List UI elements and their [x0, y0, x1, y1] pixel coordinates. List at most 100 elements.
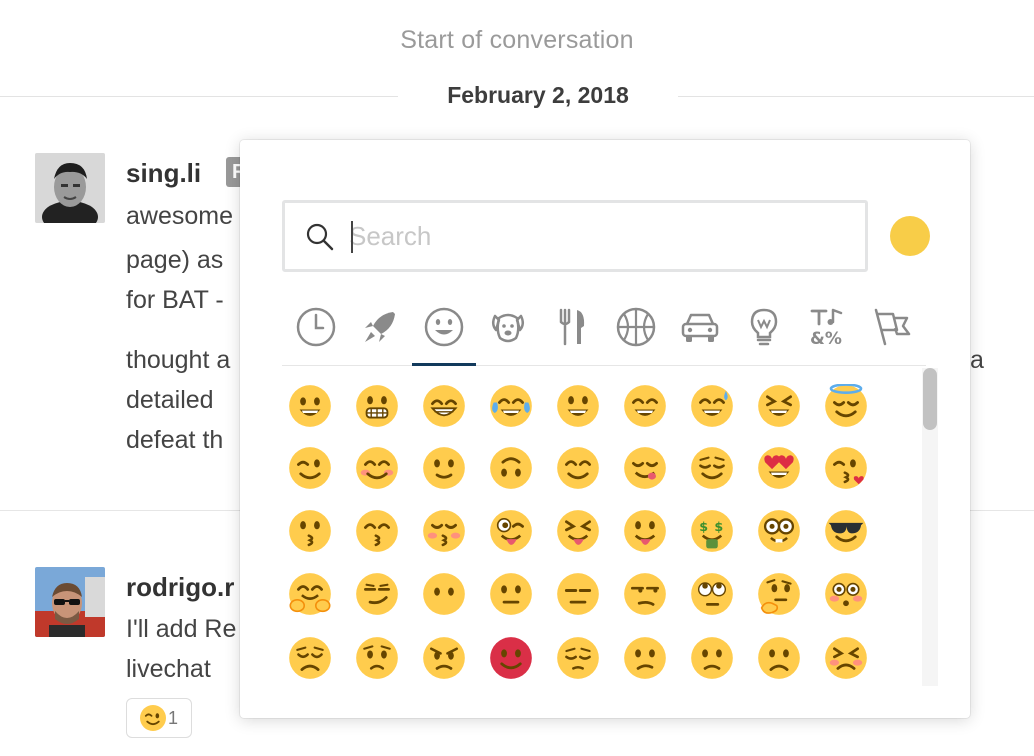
svg-text:$: $: [699, 520, 708, 535]
divider-line: [678, 96, 1034, 97]
upside-down-face-emoji[interactable]: [489, 446, 533, 490]
tab-recent[interactable]: [284, 302, 348, 364]
yum-icon: [624, 447, 666, 489]
relaxed-emoji[interactable]: [556, 446, 600, 490]
slightly-frowning-face-emoji[interactable]: [690, 636, 734, 680]
scrollbar-thumb[interactable]: [923, 368, 937, 430]
unamused-emoji[interactable]: [623, 572, 667, 616]
tab-food[interactable]: [540, 302, 604, 364]
grin-emoji[interactable]: [422, 384, 466, 428]
joy-emoji[interactable]: [489, 384, 533, 428]
smiley-emoji[interactable]: [556, 384, 600, 428]
sweat-smile-icon: [691, 385, 733, 427]
smiley-icon: [424, 307, 464, 347]
relaxed-icon: [557, 447, 599, 489]
heart-eyes-emoji[interactable]: [757, 446, 801, 490]
pensive-emoji[interactable]: [556, 636, 600, 680]
skin-tone-selector[interactable]: [890, 216, 930, 256]
stuck-out-tongue-icon: [624, 510, 666, 552]
wink-emoji[interactable]: [288, 446, 332, 490]
blush-icon: [356, 447, 398, 489]
dog-icon: [492, 313, 524, 343]
worried-emoji[interactable]: [355, 636, 399, 680]
tab-places[interactable]: [668, 302, 732, 364]
expressionless-emoji[interactable]: [556, 572, 600, 616]
emoji-scrollbar[interactable]: [922, 368, 938, 686]
tab-objects[interactable]: [732, 302, 796, 364]
stuck-out-tongue-winking-eye-icon: [490, 510, 532, 552]
kissing-icon: [289, 510, 331, 552]
tab-travel[interactable]: [348, 302, 412, 364]
tab-nature[interactable]: [476, 302, 540, 364]
tab-symbols[interactable]: &%: [796, 302, 860, 364]
avatar[interactable]: [35, 567, 105, 637]
sweat-smile-emoji[interactable]: [690, 384, 734, 428]
blush-emoji[interactable]: [355, 446, 399, 490]
message-author[interactable]: sing.li: [126, 158, 201, 189]
emoji-picker: &% $$: [240, 140, 970, 718]
frowning-emoji[interactable]: [757, 636, 801, 680]
kissing-smiling-eyes-emoji[interactable]: [355, 509, 399, 553]
yum-emoji[interactable]: [623, 446, 667, 490]
laughing-emoji[interactable]: [757, 384, 801, 428]
hugging-face-icon: [289, 573, 331, 615]
conversation-start-label: Start of conversation: [400, 26, 634, 54]
sunglasses-icon: [825, 510, 867, 552]
stuck-out-tongue-closed-eyes-emoji[interactable]: [556, 509, 600, 553]
emoji-search-input[interactable]: [349, 215, 849, 257]
disappointed-emoji[interactable]: [288, 636, 332, 680]
no-mouth-icon: [423, 573, 465, 615]
neutral-face-emoji[interactable]: [489, 572, 533, 616]
confused-emoji[interactable]: [623, 636, 667, 680]
kissing-emoji[interactable]: [288, 509, 332, 553]
message-line: thought a: [126, 346, 231, 374]
tab-flags[interactable]: [860, 302, 924, 364]
thinking-face-icon: [758, 573, 800, 615]
wink-icon: [289, 447, 331, 489]
upside-down-face-icon: [490, 447, 532, 489]
angry-icon: [423, 637, 465, 679]
smile-emoji[interactable]: [623, 384, 667, 428]
confused-icon: [624, 637, 666, 679]
message-line: awesome: [126, 202, 233, 230]
tab-activity[interactable]: [604, 302, 668, 364]
money-mouth-face-emoji[interactable]: $ $: [690, 509, 734, 553]
grinning-emoji[interactable]: [288, 384, 332, 428]
sunglasses-emoji[interactable]: [824, 509, 868, 553]
wink-icon: [139, 705, 166, 731]
money-mouth-face-icon: $ $: [691, 510, 733, 552]
message-author[interactable]: rodrigo.r: [126, 572, 234, 603]
stuck-out-tongue-winking-eye-emoji[interactable]: [489, 509, 533, 553]
kissing-heart-emoji[interactable]: [824, 446, 868, 490]
svg-text:&%: &%: [810, 329, 842, 348]
no-mouth-emoji[interactable]: [422, 572, 466, 616]
smile-icon: [624, 385, 666, 427]
divider-line: [0, 96, 398, 97]
stuck-out-tongue-emoji[interactable]: [623, 509, 667, 553]
face-with-rolling-eyes-icon: [691, 573, 733, 615]
grimacing-emoji[interactable]: [355, 384, 399, 428]
slightly-smiling-face-emoji[interactable]: [422, 446, 466, 490]
message-line: I'll add Re: [126, 615, 237, 643]
kissing-closed-eyes-emoji[interactable]: [422, 509, 466, 553]
flushed-emoji[interactable]: [824, 572, 868, 616]
nerd-face-emoji[interactable]: [757, 509, 801, 553]
smirk-emoji[interactable]: [355, 572, 399, 616]
emoji-search-box[interactable]: [282, 200, 868, 272]
reaction-button[interactable]: 1: [126, 698, 192, 738]
face-with-rolling-eyes-emoji[interactable]: [690, 572, 734, 616]
thinking-face-emoji[interactable]: [757, 572, 801, 616]
expressionless-icon: [557, 573, 599, 615]
innocent-emoji[interactable]: [824, 383, 868, 428]
kissing-smiling-eyes-icon: [356, 510, 398, 552]
rage-emoji[interactable]: [489, 636, 533, 680]
angry-emoji[interactable]: [422, 636, 466, 680]
hugging-face-emoji[interactable]: [288, 572, 332, 616]
avatar[interactable]: [35, 153, 105, 223]
unamused-icon: [624, 573, 666, 615]
tab-people[interactable]: [412, 302, 476, 364]
slightly-smiling-face-icon: [423, 447, 465, 489]
nerd-face-icon: [758, 510, 800, 552]
relieved-emoji[interactable]: [690, 446, 734, 490]
persevere-emoji[interactable]: [824, 636, 868, 680]
